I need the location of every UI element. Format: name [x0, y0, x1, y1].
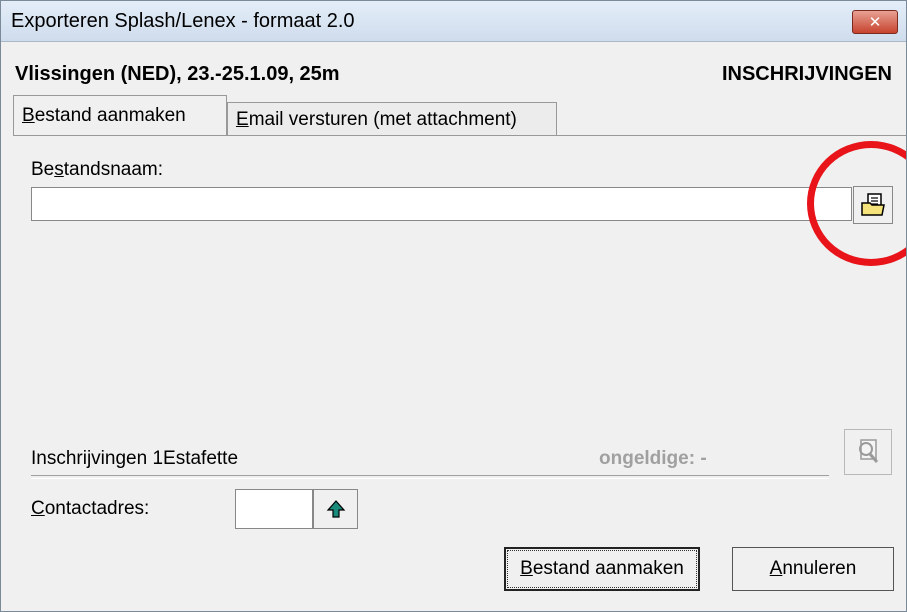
contact-up-button[interactable]	[313, 489, 358, 529]
folder-document-icon	[861, 193, 885, 216]
title-bar: Exporteren Splash/Lenex - formaat 2.0 ✕	[1, 1, 906, 42]
tab-send-email-label: mail versturen (met attachment)	[248, 108, 517, 130]
filename-input[interactable]	[31, 187, 852, 221]
meet-title: Vlissingen (NED), 23.-25.1.09, 25m	[15, 63, 340, 85]
tab-create-file[interactable]: Bestand aanmaken	[13, 95, 227, 135]
close-icon: ✕	[868, 13, 882, 31]
export-type-title: INSCHRIJVINGEN	[721, 63, 892, 85]
divider	[31, 475, 829, 479]
entries-label: Inschrijvingen 1Estafette	[31, 448, 239, 469]
invalid-count: ongeldige: -	[599, 448, 707, 469]
contact-input[interactable]	[235, 489, 313, 529]
export-dialog: Exporteren Splash/Lenex - formaat 2.0 ✕ …	[0, 0, 907, 612]
window-title: Exporteren Splash/Lenex - formaat 2.0	[11, 10, 355, 32]
cancel-button[interactable]: Annuleren	[732, 547, 894, 591]
filename-label: Bestandsnaam:	[31, 159, 164, 180]
tab-send-email-mnemonic: E	[236, 108, 249, 130]
arrow-up-icon	[326, 500, 345, 518]
magnifier-document-icon	[859, 439, 879, 463]
inspect-button[interactable]	[844, 429, 892, 475]
browse-button[interactable]	[853, 186, 893, 224]
create-file-button[interactable]: Bestand aanmaken	[504, 547, 700, 591]
tab-send-email[interactable]: Email versturen (met attachment)	[227, 102, 557, 136]
contact-label: Contactadres:	[31, 498, 150, 519]
close-button[interactable]: ✕	[852, 10, 898, 34]
tab-create-file-label: estand aanmaken	[34, 104, 186, 126]
tab-create-file-mnemonic: B	[22, 104, 35, 126]
